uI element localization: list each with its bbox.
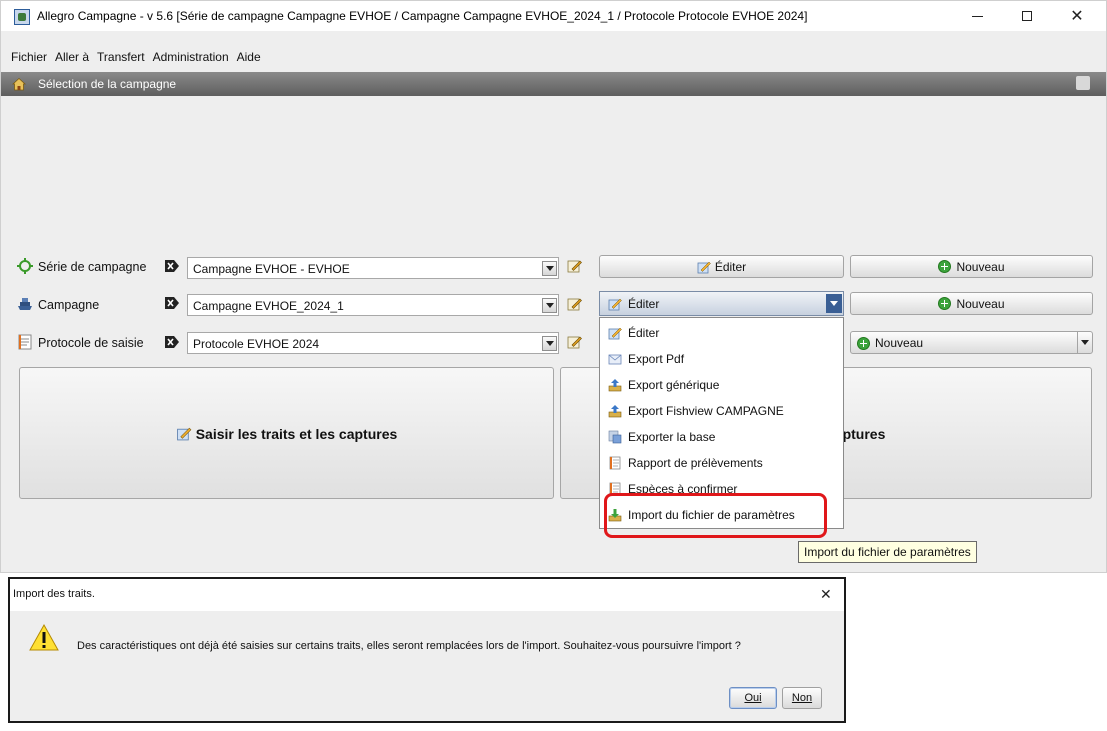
window-title: Allegro Campagne - v 5.6 [Série de campa… — [37, 9, 808, 23]
edit-icon — [697, 261, 711, 273]
envelope-icon — [608, 354, 622, 365]
protocole-label: Protocole de saisie — [38, 336, 144, 350]
campagne-new-button[interactable]: Nouveau — [850, 292, 1093, 315]
database-icon — [608, 430, 622, 444]
menu-item-label: Export générique — [628, 378, 720, 392]
lookup-icon[interactable] — [164, 259, 180, 273]
minimize-button[interactable] — [954, 1, 1000, 31]
edit-pencil-icon[interactable] — [567, 259, 582, 273]
campagne-combobox[interactable]: Campagne EVHOE_2024_1 — [187, 294, 559, 316]
edit-pencil-icon[interactable] — [567, 297, 582, 311]
export-icon — [608, 405, 622, 418]
menu-administration[interactable]: Administration — [153, 50, 229, 64]
plus-icon — [857, 336, 870, 350]
serie-new-label: Nouveau — [956, 259, 1005, 274]
edit-icon — [608, 327, 622, 340]
protocole-combobox[interactable]: Protocole EVHOE 2024 — [187, 332, 559, 354]
serie-combobox[interactable]: Campagne EVHOE - EVHOE — [187, 257, 559, 279]
saisir-traits-label-wrap: Saisir les traits et les captures — [20, 426, 553, 442]
chevron-down-icon[interactable] — [1077, 332, 1092, 353]
menu-aller-a[interactable]: Aller à — [55, 50, 89, 64]
serie-combobox-value: Campagne EVHOE - EVHOE — [193, 262, 350, 276]
chevron-down-icon[interactable] — [542, 261, 557, 276]
campagne-edit-label: Éditer — [628, 297, 660, 311]
maximize-button[interactable] — [1004, 1, 1050, 31]
help-icon[interactable] — [1076, 76, 1090, 90]
export-icon — [608, 379, 622, 392]
campagne-label: Campagne — [38, 298, 100, 312]
chevron-down-icon[interactable] — [542, 336, 557, 351]
minimize-icon — [971, 15, 983, 17]
menu-transfert[interactable]: Transfert — [97, 50, 145, 64]
protocole-new-button[interactable]: Nouveau — [850, 331, 1093, 354]
dialog-close-button[interactable]: ✕ — [820, 586, 832, 603]
menu-item-exporter-base[interactable]: Exporter la base — [600, 424, 843, 450]
protocole-new-label-wrap: Nouveau — [857, 336, 923, 350]
menu-item-rapport-prelevements[interactable]: Rapport de prélèvements — [600, 450, 843, 476]
tooltip: Import du fichier de paramètres — [798, 541, 977, 563]
oui-label: Oui — [744, 692, 762, 704]
title-bar: Allegro Campagne - v 5.6 [Série de campa… — [1, 1, 1106, 31]
menu-item-export-pdf[interactable]: Export Pdf — [600, 346, 843, 372]
menu-aide[interactable]: Aide — [237, 50, 261, 64]
close-button[interactable]: ✕ — [1054, 1, 1100, 31]
close-icon: ✕ — [1070, 8, 1084, 25]
menu-item-export-generique[interactable]: Export générique — [600, 372, 843, 398]
menu-item-label: Éditer — [628, 326, 660, 340]
protocole-new-label: Nouveau — [875, 336, 924, 350]
app-icon — [14, 9, 30, 25]
serie-label: Série de campagne — [38, 260, 147, 274]
edit-icon — [608, 298, 622, 311]
lookup-icon[interactable] — [164, 296, 180, 310]
warning-icon — [29, 623, 59, 651]
edit-icon — [176, 427, 192, 441]
menu-fichier[interactable]: Fichier — [11, 50, 47, 64]
oui-button[interactable]: Oui — [729, 687, 777, 709]
chevron-down-icon[interactable] — [542, 298, 557, 313]
confirm-dialog: Import des traits. ✕ Des caractéristique… — [8, 577, 846, 723]
menu-item-label: Export Pdf — [628, 352, 685, 366]
edit-pencil-icon[interactable] — [567, 335, 582, 349]
chevron-down-icon[interactable] — [826, 294, 842, 313]
menu-item-label: Export Fishview CAMPAGNE — [628, 404, 784, 418]
non-label: Non — [791, 692, 813, 704]
menu-bar: Fichier Aller à Transfert Administration… — [1, 46, 1106, 68]
campagne-edit-dropdown[interactable]: Éditer — [599, 291, 844, 316]
serie-icon — [17, 258, 33, 274]
plus-icon — [938, 260, 952, 273]
main-window: Allegro Campagne - v 5.6 [Série de campa… — [0, 0, 1107, 573]
serie-new-button[interactable]: Nouveau — [850, 255, 1093, 278]
section-title: Sélection de la campagne — [38, 77, 177, 91]
protocole-combobox-value: Protocole EVHOE 2024 — [193, 337, 320, 351]
report-icon — [609, 456, 621, 470]
dialog-title: Import des traits. — [13, 588, 95, 600]
saisir-traits-button[interactable]: Saisir les traits et les captures — [19, 367, 554, 499]
section-header: Sélection de la campagne — [1, 72, 1106, 96]
saisir-traits-label: Saisir les traits et les captures — [195, 426, 398, 442]
highlight-annotation — [604, 493, 827, 538]
serie-edit-label: Éditer — [714, 259, 747, 274]
campagne-new-label: Nouveau — [956, 296, 1005, 311]
ship-icon — [18, 298, 32, 310]
menu-item-label: Rapport de prélèvements — [628, 456, 763, 470]
lookup-icon[interactable] — [164, 335, 180, 349]
home-icon[interactable] — [12, 77, 26, 91]
menu-item-export-fishview[interactable]: Export Fishview CAMPAGNE — [600, 398, 843, 424]
campagne-combobox-value: Campagne EVHOE_2024_1 — [193, 299, 344, 313]
dialog-body: Des caractéristiques ont déjà été saisie… — [10, 611, 844, 721]
plus-icon — [938, 297, 952, 310]
non-button[interactable]: Non — [782, 687, 822, 709]
menu-item-label: Exporter la base — [628, 430, 716, 444]
maximize-icon — [1022, 11, 1032, 21]
protocol-icon — [18, 334, 32, 350]
dialog-message: Des caractéristiques ont déjà été saisie… — [77, 640, 741, 652]
serie-edit-button[interactable]: Éditer — [599, 255, 844, 278]
menu-item-editer[interactable]: Éditer — [600, 320, 843, 346]
